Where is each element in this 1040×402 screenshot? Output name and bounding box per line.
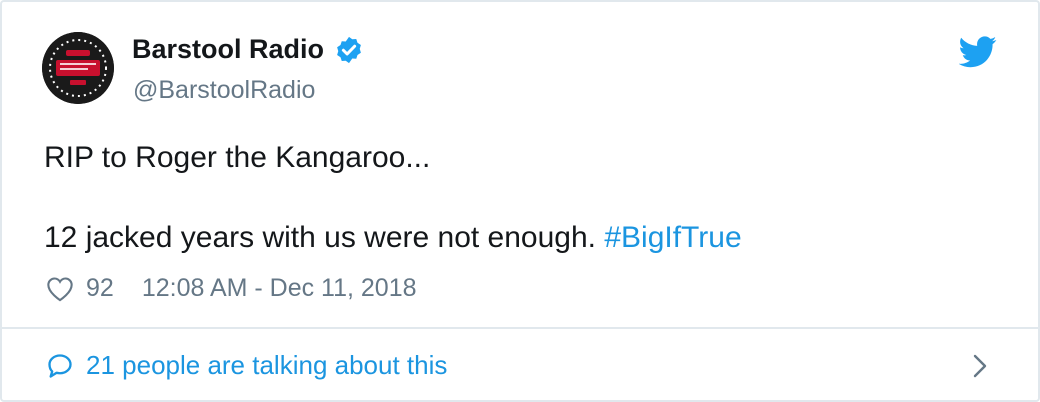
tweet-meta: 92 12:08 AM - Dec 11, 2018 — [46, 274, 417, 303]
timestamp[interactable]: 12:08 AM - Dec 11, 2018 — [142, 274, 417, 303]
conversation-label: 21 people are talking about this — [86, 350, 448, 380]
comment-bubble-icon — [48, 353, 72, 378]
avatar[interactable] — [42, 32, 114, 104]
verified-badge-icon — [337, 36, 361, 63]
tweet-line-1: RIP to Roger the Kangaroo... — [44, 141, 431, 174]
like-count[interactable]: 92 — [86, 274, 114, 303]
display-name[interactable]: Barstool Radio — [132, 34, 364, 65]
heart-icon[interactable] — [46, 276, 74, 302]
tweet-text: RIP to Roger the Kangaroo... 12 jacked y… — [44, 140, 742, 256]
chevron-right-icon[interactable] — [970, 352, 990, 380]
tweet-line-2-text: 12 jacked years with us were not enough. — [44, 221, 605, 254]
display-name-text: Barstool Radio — [132, 34, 325, 64]
tweet-card: Barstool Radio @BarstoolRadio RIP to Rog… — [0, 0, 1040, 402]
hashtag-link[interactable]: #BigIfTrue — [604, 221, 741, 254]
twitter-bird-icon[interactable] — [959, 36, 997, 68]
tweet-line-2: 12 jacked years with us were not enough.… — [44, 220, 742, 256]
account-handle[interactable]: @BarstoolRadio — [133, 76, 315, 105]
conversation-link[interactable]: 21 people are talking about this — [46, 350, 447, 381]
divider — [2, 327, 1038, 329]
avatar-logo-icon — [42, 32, 114, 104]
